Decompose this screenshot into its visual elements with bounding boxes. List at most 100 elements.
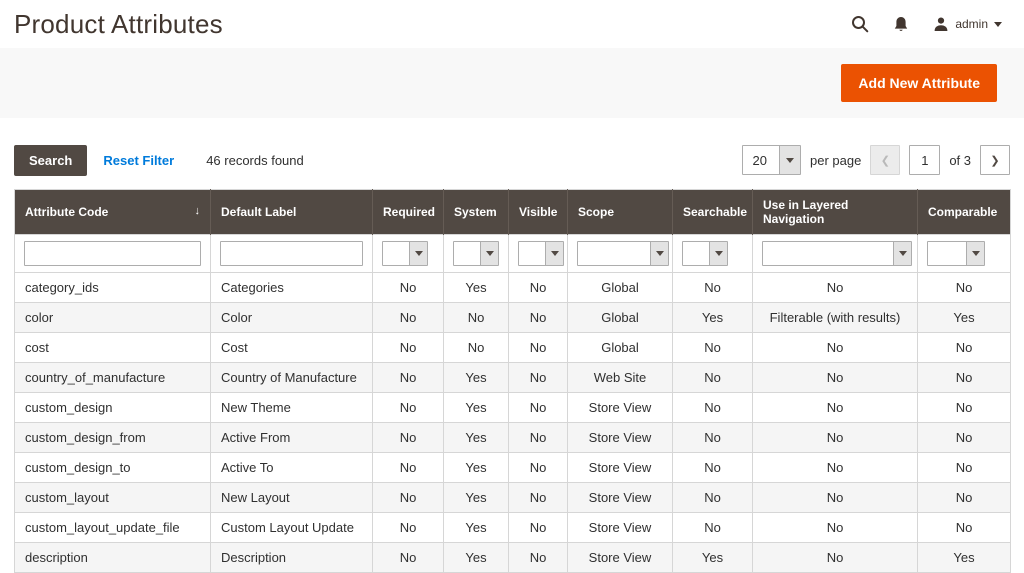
column-header-required[interactable]: Required [373, 190, 444, 235]
filter-input-default-label[interactable] [220, 241, 363, 266]
filter-select-visible[interactable] [518, 241, 564, 266]
cell-searchable: No [673, 423, 753, 453]
column-label: Visible [519, 205, 557, 219]
caret-down-icon [893, 242, 911, 265]
per-page-label: per page [810, 153, 861, 168]
column-header-comparable[interactable]: Comparable [918, 190, 1011, 235]
reset-filter-link[interactable]: Reset Filter [103, 153, 174, 168]
cell-default-label: Active To [211, 453, 373, 483]
table-row[interactable]: descriptionDescriptionNoYesNoStore ViewY… [15, 543, 1011, 573]
filter-select-use-in-layered-navigation[interactable] [762, 241, 912, 266]
cell-use-in-layered-navigation: No [753, 423, 918, 453]
cell-visible: No [509, 303, 568, 333]
header-actions: admin [851, 15, 1002, 33]
table-row[interactable]: custom_design_fromActive FromNoYesNoStor… [15, 423, 1011, 453]
cell-scope: Store View [568, 453, 673, 483]
column-header-system[interactable]: System [444, 190, 509, 235]
previous-page-button[interactable]: ❮ [870, 145, 900, 175]
filter-cell [568, 235, 673, 273]
grid-container: Attribute Code↓ Default Label RequiredSyst… [14, 189, 1010, 573]
table-row[interactable]: country_of_manufactureCountry of Manufac… [15, 363, 1011, 393]
filter-select-scope[interactable] [577, 241, 669, 266]
cell-default-label: Custom Layout Update [211, 513, 373, 543]
column-label: Default Label [221, 205, 296, 219]
cell-comparable: No [918, 393, 1011, 423]
column-header-visible[interactable]: Visible [509, 190, 568, 235]
cell-searchable: No [673, 453, 753, 483]
per-page-select[interactable]: 20 [742, 145, 801, 175]
cell-system: Yes [444, 543, 509, 573]
cell-scope: Store View [568, 423, 673, 453]
search-icon[interactable] [851, 15, 869, 33]
cell-system: Yes [444, 513, 509, 543]
caret-down-icon [966, 242, 984, 265]
cell-scope: Store View [568, 513, 673, 543]
filter-select-comparable[interactable] [927, 241, 985, 266]
caret-down-icon [480, 242, 498, 265]
search-button[interactable]: Search [14, 145, 87, 176]
column-header-searchable[interactable]: Searchable [673, 190, 753, 235]
current-page-input[interactable] [909, 145, 940, 175]
cell-visible: No [509, 453, 568, 483]
table-row[interactable]: custom_design_toActive ToNoYesNoStore Vi… [15, 453, 1011, 483]
filter-row [15, 235, 1011, 273]
filter-cell [673, 235, 753, 273]
filter-select-searchable[interactable] [682, 241, 728, 266]
filter-input-attribute-code[interactable] [24, 241, 201, 266]
cell-searchable: No [673, 273, 753, 303]
add-new-attribute-button[interactable]: Add New Attribute [841, 64, 997, 102]
table-row[interactable]: custom_designNew ThemeNoYesNoStore ViewN… [15, 393, 1011, 423]
column-header-scope[interactable]: Scope [568, 190, 673, 235]
notifications-bell-icon[interactable] [893, 16, 909, 33]
filter-select-required[interactable] [382, 241, 428, 266]
cell-scope: Store View [568, 483, 673, 513]
table-row[interactable]: custom_layout_update_fileCustom Layout U… [15, 513, 1011, 543]
cell-use-in-layered-navigation: No [753, 363, 918, 393]
table-row[interactable]: custom_layoutNew LayoutNoYesNoStore View… [15, 483, 1011, 513]
cell-default-label: Color [211, 303, 373, 333]
filter-cell [918, 235, 1011, 273]
cell-required: No [373, 423, 444, 453]
filter-cell [509, 235, 568, 273]
cell-required: No [373, 483, 444, 513]
page-actions-band: Add New Attribute [0, 48, 1024, 118]
pagination-controls: 20 per page ❮ of 3 ❯ [742, 145, 1010, 175]
caret-down-icon [545, 242, 563, 265]
cell-visible: No [509, 273, 568, 303]
cell-searchable: No [673, 513, 753, 543]
table-header-row: Attribute Code↓ Default Label RequiredSyst… [15, 190, 1011, 235]
admin-username: admin [955, 17, 988, 31]
caret-down-icon [779, 146, 800, 174]
cell-attribute-code: cost [15, 333, 211, 363]
cell-comparable: No [918, 483, 1011, 513]
table-row[interactable]: costCostNoNoNoGlobalNoNoNo [15, 333, 1011, 363]
cell-default-label: Cost [211, 333, 373, 363]
table-row[interactable]: colorColorNoNoNoGlobalYesFilterable (wit… [15, 303, 1011, 333]
table-row[interactable]: category_idsCategoriesNoYesNoGlobalNoNoN… [15, 273, 1011, 303]
cell-attribute-code: country_of_manufacture [15, 363, 211, 393]
cell-searchable: No [673, 333, 753, 363]
admin-user-menu[interactable]: admin [933, 16, 1002, 32]
column-header-attribute-code[interactable]: Attribute Code↓ [15, 190, 211, 235]
cell-attribute-code: description [15, 543, 211, 573]
cell-system: Yes [444, 273, 509, 303]
filter-cell [753, 235, 918, 273]
column-header-use-in-layered-navigation[interactable]: Use in Layered Navigation [753, 190, 918, 235]
filter-select-system[interactable] [453, 241, 499, 266]
total-pages-text: of 3 [949, 153, 971, 168]
cell-default-label: New Layout [211, 483, 373, 513]
cell-searchable: No [673, 393, 753, 423]
next-page-button[interactable]: ❯ [980, 145, 1010, 175]
cell-scope: Global [568, 303, 673, 333]
cell-system: Yes [444, 453, 509, 483]
cell-system: No [444, 333, 509, 363]
cell-use-in-layered-navigation: No [753, 483, 918, 513]
cell-scope: Global [568, 333, 673, 363]
filter-cell [444, 235, 509, 273]
cell-default-label: Categories [211, 273, 373, 303]
cell-required: No [373, 363, 444, 393]
cell-visible: No [509, 363, 568, 393]
sort-desc-icon: ↓ [195, 205, 201, 217]
cell-comparable: No [918, 453, 1011, 483]
column-header-default-label[interactable]: Default Label [211, 190, 373, 235]
